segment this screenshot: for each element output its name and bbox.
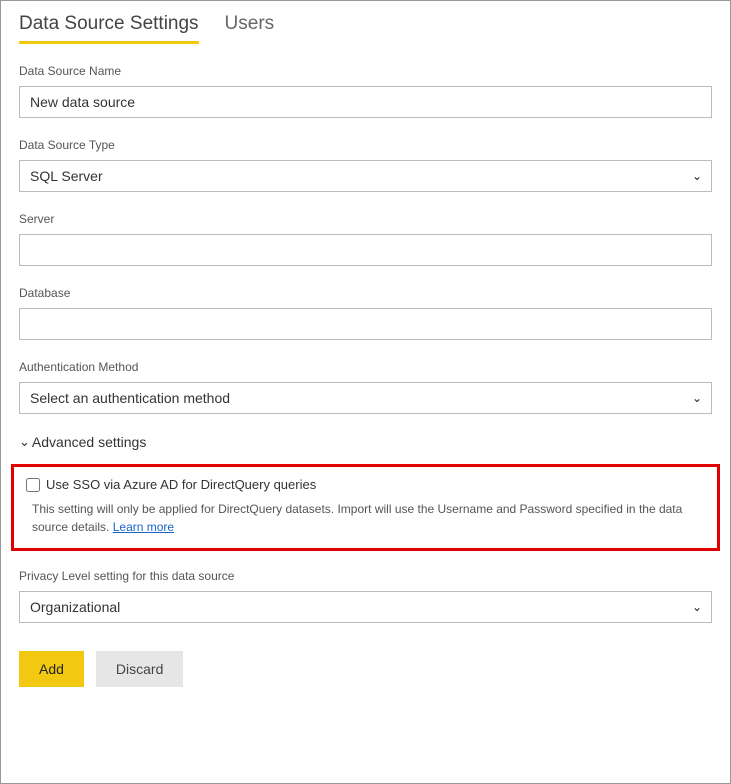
label-data-source-type: Data Source Type — [19, 138, 712, 152]
button-row: Add Discard — [19, 651, 712, 687]
field-privacy-level: Privacy Level setting for this data sour… — [19, 569, 712, 623]
select-auth-method[interactable]: Select an authentication method — [19, 382, 712, 414]
label-sso-azure-ad: Use SSO via Azure AD for DirectQuery que… — [46, 477, 316, 492]
select-privacy-level[interactable]: Organizational — [19, 591, 712, 623]
checkbox-sso-azure-ad[interactable] — [26, 478, 40, 492]
add-button[interactable]: Add — [19, 651, 84, 687]
field-server: Server — [19, 212, 712, 266]
sso-checkbox-row: Use SSO via Azure AD for DirectQuery que… — [26, 477, 705, 492]
tab-users[interactable]: Users — [225, 13, 275, 44]
settings-panel: Data Source Settings Users Data Source N… — [0, 0, 731, 784]
sso-highlight-box: Use SSO via Azure AD for DirectQuery que… — [11, 464, 720, 551]
tab-bar: Data Source Settings Users — [19, 13, 712, 44]
input-database[interactable] — [19, 308, 712, 340]
tab-data-source-settings[interactable]: Data Source Settings — [19, 13, 199, 44]
field-auth-method: Authentication Method Select an authenti… — [19, 360, 712, 414]
field-database: Database — [19, 286, 712, 340]
input-data-source-name[interactable] — [19, 86, 712, 118]
advanced-settings-toggle[interactable]: ⌄ Advanced settings — [19, 434, 712, 450]
chevron-down-icon: ⌄ — [19, 434, 30, 450]
label-database: Database — [19, 286, 712, 300]
input-server[interactable] — [19, 234, 712, 266]
advanced-settings-label: Advanced settings — [32, 434, 146, 450]
field-data-source-name: Data Source Name — [19, 64, 712, 118]
label-data-source-name: Data Source Name — [19, 64, 712, 78]
select-data-source-type[interactable]: SQL Server — [19, 160, 712, 192]
label-auth-method: Authentication Method — [19, 360, 712, 374]
label-server: Server — [19, 212, 712, 226]
learn-more-link[interactable]: Learn more — [113, 520, 174, 534]
discard-button[interactable]: Discard — [96, 651, 183, 687]
sso-help-text: This setting will only be applied for Di… — [32, 500, 705, 536]
label-privacy-level: Privacy Level setting for this data sour… — [19, 569, 712, 583]
field-data-source-type: Data Source Type SQL Server ⌄ — [19, 138, 712, 192]
